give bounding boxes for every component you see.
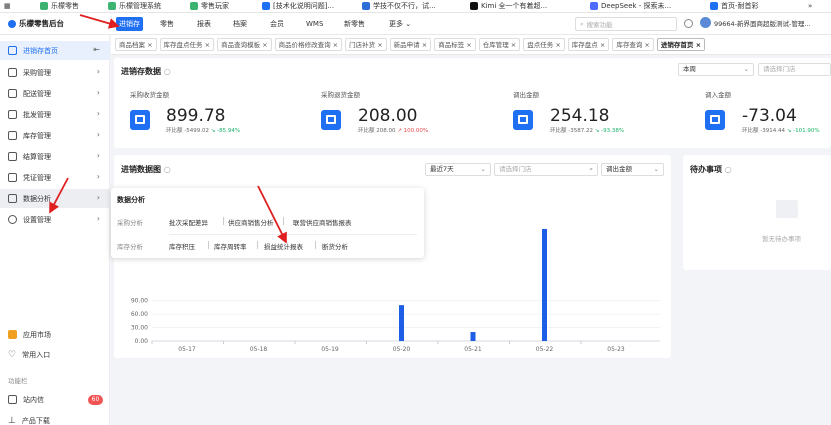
menu-category: 库存分析 <box>117 243 143 251</box>
x-tick-label: 05-20 <box>393 346 411 353</box>
chart-bar[interactable] <box>470 332 476 341</box>
menu-link[interactable]: 库存周转率 <box>214 241 247 251</box>
menu-link[interactable]: 批次采配差异 <box>169 217 208 227</box>
menu-title: 数据分析 <box>117 196 145 204</box>
x-tick-label: 05-21 <box>464 346 482 353</box>
card-title: 待办事项 ○ <box>690 164 732 175</box>
separator <box>315 241 316 249</box>
menu-category: 采购分析 <box>117 219 143 227</box>
data-analysis-menu: 数据分析 采购分析 批次采配差异 供应商销售分析 联营供应商销售报表 库存分析 … <box>111 188 424 258</box>
x-tick-label: 05-23 <box>607 346 625 353</box>
y-tick-label: 90.00 <box>131 298 148 305</box>
empty-icon <box>776 200 798 218</box>
info-icon: ○ <box>724 165 732 174</box>
menu-link[interactable]: 联营供应商销售报表 <box>293 217 352 227</box>
chart-bar[interactable] <box>399 305 404 341</box>
x-tick-label: 05-19 <box>321 346 339 353</box>
x-tick-label: 05-22 <box>536 346 554 353</box>
separator <box>283 217 284 225</box>
y-tick-label: 30.00 <box>131 325 148 332</box>
separator <box>223 217 224 225</box>
y-tick-label: 60.00 <box>131 311 148 318</box>
divider <box>169 234 417 235</box>
todo-card: 待办事项 ○ <box>683 155 831 270</box>
empty-text: 暂无待办事项 <box>762 235 801 243</box>
separator <box>257 241 258 249</box>
x-tick-label: 05-17 <box>178 346 196 353</box>
menu-link[interactable]: 损益统计报表 <box>264 241 303 251</box>
card-title-text: 待办事项 <box>690 165 722 174</box>
x-tick-label: 05-18 <box>250 346 268 353</box>
separator <box>208 241 209 249</box>
chart-bar[interactable] <box>542 228 547 341</box>
menu-link[interactable]: 库存积压 <box>169 241 195 251</box>
menu-link[interactable]: 供应商销售分析 <box>228 217 274 227</box>
menu-link[interactable]: 断货分析 <box>322 241 348 251</box>
y-tick-label: 0.00 <box>135 338 149 345</box>
